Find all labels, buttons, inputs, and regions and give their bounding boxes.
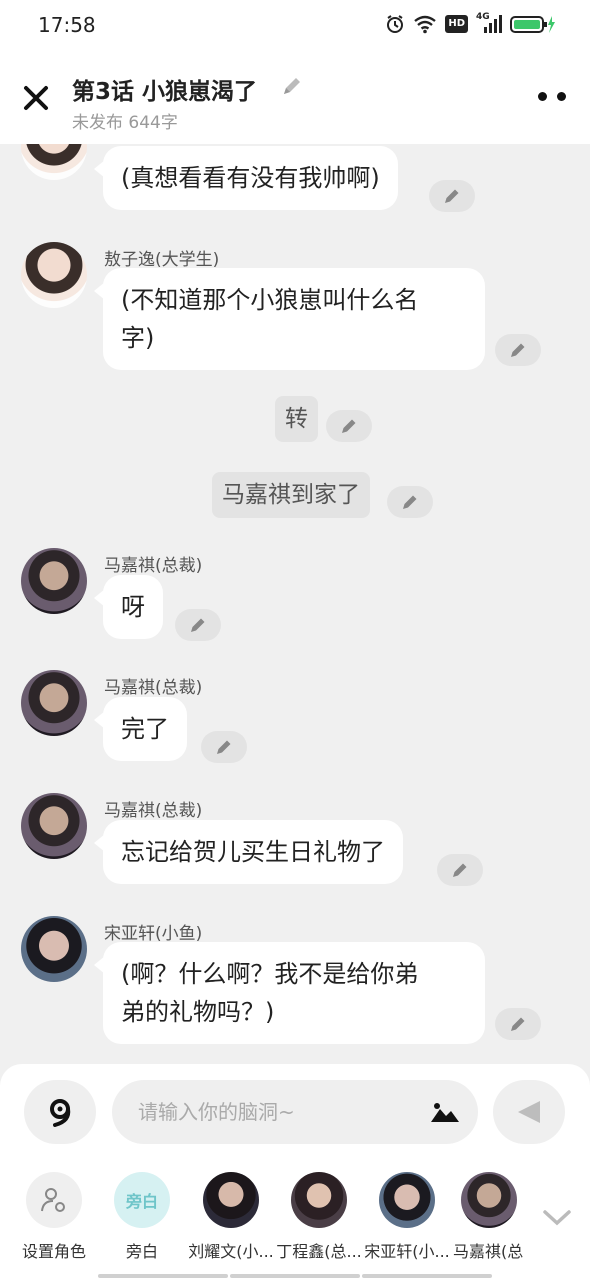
speaker-name: 马嘉祺(总裁) (104, 801, 203, 821)
role-setting[interactable]: 设置角色 (11, 1168, 97, 1262)
role-character[interactable]: 刘耀文(小... (188, 1168, 274, 1262)
role-character[interactable]: 马嘉祺(总 (453, 1168, 525, 1262)
message-bubble[interactable]: (不知道那个小狼崽叫什么名 字) (94, 268, 485, 370)
chevron-down-icon[interactable] (540, 1206, 574, 1230)
role-label: 设置角色 (21, 1242, 86, 1261)
message-bubble[interactable]: (啊？什么啊？我不是给你弟 弟的礼物吗？) (94, 942, 485, 1044)
message-text: 忘记给贺儿买生日礼物了 (121, 838, 385, 866)
message-input[interactable] (138, 1096, 418, 1128)
message-input-box[interactable] (112, 1080, 478, 1144)
alarm-icon (387, 15, 404, 33)
edit-message-button[interactable] (387, 486, 433, 518)
role-character[interactable]: 宋亚轩(小... (364, 1168, 450, 1262)
message-bubble[interactable]: (真想看看有没有我帅啊) (94, 146, 398, 210)
role-label: 刘耀文(小... (188, 1242, 274, 1261)
pencil-icon (445, 189, 459, 203)
speaker-name: 马嘉祺(总裁) (104, 678, 203, 698)
more-dot (557, 91, 566, 101)
editor-header: 第3话 小狼崽渴了 未发布 644字 (0, 52, 590, 144)
role-avatar (379, 1172, 435, 1228)
edit-message-button[interactable] (175, 609, 221, 641)
voice-wave-icon (50, 1099, 71, 1127)
message-bubble[interactable]: 呀 (94, 575, 163, 639)
status-time: 17:58 (38, 13, 96, 37)
message-text: 完了 (121, 715, 169, 743)
edit-message-button[interactable] (495, 334, 541, 366)
avatar[interactable] (21, 144, 87, 180)
role-label: 旁白 (125, 1242, 158, 1261)
edit-message-button[interactable] (201, 731, 247, 763)
home-indicator-segment (98, 1274, 228, 1278)
role-avatar: 旁白 (114, 1172, 170, 1228)
home-indicator-segment (362, 1274, 492, 1278)
close-icon (24, 86, 48, 110)
avatar[interactable] (21, 548, 87, 614)
more-dot (538, 91, 547, 101)
role-avatar (203, 1172, 259, 1228)
message-text-line: 弟的礼物吗？) (121, 998, 275, 1026)
hd-badge: HD (445, 15, 468, 33)
chapter-title: 第3话 小狼崽渴了 (72, 79, 258, 105)
battery-charging-icon (510, 16, 555, 33)
narration-bubble[interactable]: 转 (275, 396, 318, 442)
avatar[interactable] (21, 916, 87, 982)
pencil-icon (217, 740, 231, 754)
send-button[interactable] (493, 1080, 565, 1144)
title-edit-icon[interactable] (280, 74, 304, 98)
role-selector: 设置角色 旁白 旁白 刘耀文(小... 丁程鑫(总... 宋亚轩(小... 马嘉… (0, 1168, 590, 1268)
speaker-name: 马嘉祺(总裁) (104, 556, 203, 576)
home-indicator-segment (230, 1274, 360, 1278)
narration-bubble[interactable]: 马嘉祺到家了 (212, 472, 370, 518)
role-avatar (26, 1172, 82, 1228)
role-label: 马嘉祺(总 (453, 1242, 524, 1261)
pencil-icon (342, 419, 356, 433)
send-icon (518, 1101, 540, 1123)
speaker-name: 宋亚轩(小鱼) (104, 924, 203, 944)
message-text-line: (不知道那个小狼崽叫什么名 (121, 286, 419, 314)
role-avatar (461, 1172, 517, 1228)
home-indicator (98, 1274, 492, 1278)
role-label: 丁程鑫(总... (276, 1242, 362, 1261)
person-settings-icon (41, 1188, 65, 1212)
role-label: 宋亚轩(小... (364, 1242, 450, 1261)
more-options-button[interactable] (538, 88, 566, 104)
avatar[interactable] (21, 242, 87, 308)
pencil-icon (453, 863, 467, 877)
chapter-meta: 未发布 644字 (72, 113, 178, 133)
avatar[interactable] (21, 793, 87, 859)
avatar[interactable] (21, 670, 87, 736)
pencil-icon (511, 1017, 525, 1031)
pencil-icon (511, 343, 525, 357)
pencil-icon (403, 495, 417, 509)
status-icons: HD 4G (385, 12, 556, 34)
message-text: (真想看看有没有我帅啊) (121, 164, 380, 192)
close-button[interactable] (20, 82, 52, 114)
wifi-icon (414, 15, 437, 34)
edit-message-button[interactable] (437, 854, 483, 886)
voice-button[interactable] (24, 1080, 96, 1144)
message-text-line: (啊？什么啊？我不是给你弟 (121, 960, 419, 988)
chat-area[interactable]: (真想看看有没有我帅啊) 敖子逸(大学生) (不知道那个小狼崽叫什么名 字) 转… (0, 144, 590, 1064)
message-bubble[interactable]: 忘记给贺儿买生日礼物了 (94, 820, 403, 884)
role-narrator[interactable]: 旁白 旁白 (99, 1168, 185, 1262)
edit-message-button[interactable] (429, 180, 475, 212)
role-avatar (291, 1172, 347, 1228)
signal-icon: 4G (476, 12, 502, 34)
message-bubble[interactable]: 完了 (94, 697, 187, 761)
role-character[interactable]: 丁程鑫(总... (276, 1168, 362, 1262)
edit-message-button[interactable] (326, 410, 372, 442)
edit-message-button[interactable] (495, 1008, 541, 1040)
status-bar: 17:58 HD 4G (0, 0, 590, 52)
composer-panel: 设置角色 旁白 旁白 刘耀文(小... 丁程鑫(总... 宋亚轩(小... 马嘉… (0, 1064, 590, 1280)
message-text-line: 字) (121, 324, 155, 352)
message-text: 呀 (121, 593, 145, 621)
speaker-name: 敖子逸(大学生) (104, 250, 220, 270)
pencil-icon (191, 618, 205, 632)
image-icon[interactable] (430, 1100, 460, 1124)
